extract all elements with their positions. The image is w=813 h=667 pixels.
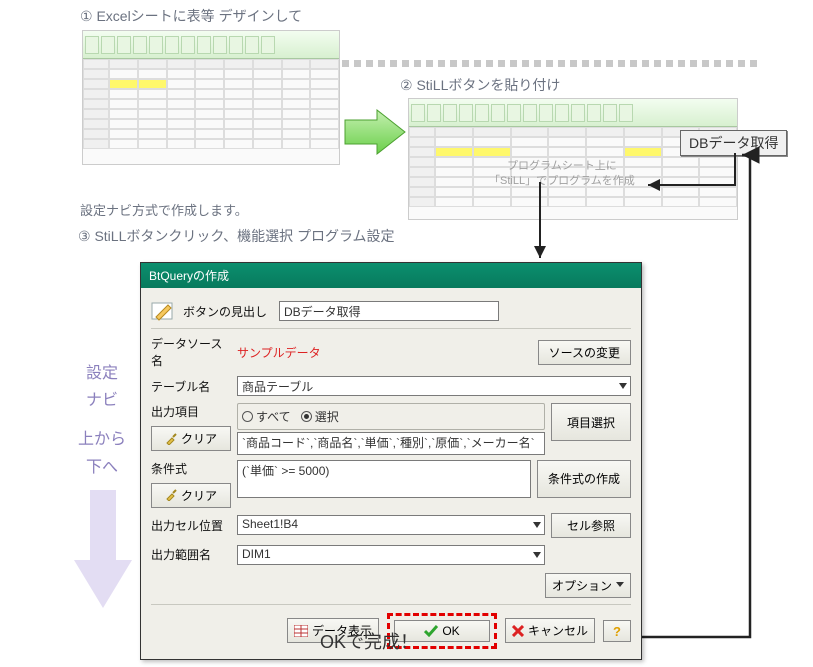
clear-cols-button[interactable]: クリア bbox=[151, 426, 231, 451]
clear-cond-button[interactable]: クリア bbox=[151, 483, 231, 508]
table-select[interactable]: 商品テーブル bbox=[237, 376, 631, 396]
arrow-right-icon bbox=[343, 108, 407, 156]
range-input[interactable]: DIM1 bbox=[237, 545, 545, 565]
x-icon bbox=[512, 625, 524, 637]
option-button[interactable]: オプション bbox=[545, 573, 631, 598]
db-data-button[interactable]: DBデータ取得 bbox=[680, 130, 787, 156]
ok-label: OK bbox=[442, 624, 459, 638]
step3-label: ③ StiLLボタンクリック、機能選択 プログラム設定 bbox=[78, 226, 395, 246]
side-l2: ナビ bbox=[78, 387, 126, 414]
completion-text: OKで完成！ bbox=[320, 628, 418, 654]
option-label: オプション bbox=[552, 577, 612, 594]
question-icon: ? bbox=[611, 624, 623, 638]
clear-cond-label: クリア bbox=[181, 487, 217, 504]
cancel-button[interactable]: キャンセル bbox=[505, 618, 595, 643]
dialog-title: BtQueryの作成 bbox=[141, 263, 641, 288]
side-l4: 下へ bbox=[78, 454, 126, 481]
change-source-button[interactable]: ソースの変更 bbox=[538, 340, 631, 365]
excel2-note-line2: 「StiLL」でプログラムを作成 bbox=[489, 174, 635, 189]
outcell-label: 出力セル位置 bbox=[151, 517, 231, 534]
clear-cols-label: クリア bbox=[181, 430, 217, 447]
excel-screenshot-1 bbox=[82, 30, 340, 165]
step3-intro: 設定ナビ方式で作成します。 bbox=[80, 200, 248, 219]
outcols-textarea[interactable]: `商品コード`,`商品名`,`単価`,`種別`,`原価`,`メーカー名` bbox=[237, 432, 545, 455]
radio-selected[interactable]: 選択 bbox=[301, 408, 339, 425]
cond-textarea[interactable]: (`単価` >= 5000) bbox=[237, 460, 531, 498]
radio-selected-label: 選択 bbox=[315, 408, 339, 425]
step1-label: ① Excelシートに表等 デザインして bbox=[80, 6, 302, 26]
chevron-down-icon bbox=[616, 578, 624, 592]
side-guide: 設定 ナビ 上から 下へ bbox=[78, 360, 126, 481]
radio-all[interactable]: すべて bbox=[242, 408, 291, 425]
radio-all-label: すべて bbox=[256, 408, 291, 425]
datasource-value: サンプルデータ bbox=[237, 344, 532, 361]
edit-icon bbox=[151, 300, 177, 322]
range-label: 出力範囲名 bbox=[151, 546, 231, 563]
excel-screenshot-2: プログラムシート上に 「StiLL」でプログラムを作成 bbox=[408, 98, 738, 220]
step2-label: ② StiLLボタンを貼り付け bbox=[400, 75, 560, 95]
cond-label: 条件式 bbox=[151, 460, 231, 477]
broom-icon bbox=[165, 489, 177, 501]
datasource-label: データソース名 bbox=[151, 335, 231, 369]
dotted-separator bbox=[330, 60, 757, 67]
btquery-dialog: BtQueryの作成 ボタンの見出し DBデータ取得 データソース名 サンプルデ… bbox=[140, 262, 642, 660]
side-l1: 設定 bbox=[78, 360, 126, 387]
help-button[interactable]: ? bbox=[603, 620, 631, 642]
caption-label: ボタンの見出し bbox=[183, 303, 273, 320]
arrow-down-icon bbox=[72, 490, 134, 610]
broom-icon bbox=[165, 433, 177, 445]
grid-icon bbox=[294, 625, 308, 637]
cancel-label: キャンセル bbox=[528, 622, 588, 639]
excel2-note-line1: プログラムシート上に bbox=[489, 159, 635, 174]
caption-input[interactable]: DBデータ取得 bbox=[279, 301, 499, 321]
cond-build-button[interactable]: 条件式の作成 bbox=[537, 460, 631, 498]
excel2-overlay-note: プログラムシート上に 「StiLL」でプログラムを作成 bbox=[489, 159, 635, 190]
outcols-label: 出力項目 bbox=[151, 403, 231, 420]
outcell-input[interactable]: Sheet1!B4 bbox=[237, 515, 545, 535]
cellref-button[interactable]: セル参照 bbox=[551, 513, 631, 538]
svg-text:?: ? bbox=[613, 624, 621, 638]
table-label: テーブル名 bbox=[151, 378, 231, 395]
check-icon bbox=[424, 625, 438, 637]
side-l3: 上から bbox=[78, 426, 126, 453]
select-items-button[interactable]: 項目選択 bbox=[551, 403, 631, 441]
outcols-radio-frame: すべて 選択 bbox=[237, 403, 545, 430]
